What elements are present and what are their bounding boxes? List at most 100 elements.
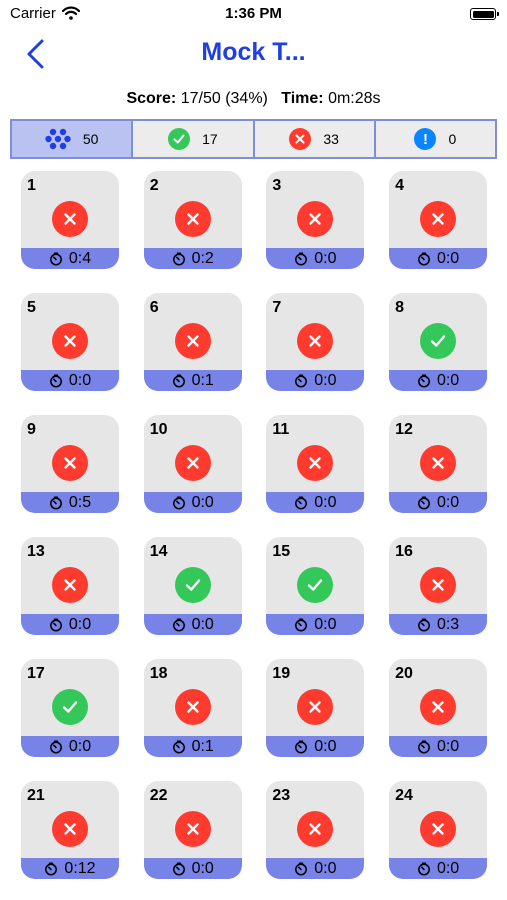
question-tile[interactable]: 15 0:0 [266, 537, 365, 635]
question-tile[interactable]: 4 0:0 [389, 171, 488, 269]
timer-bar: 0:0 [389, 248, 488, 269]
question-tile[interactable]: 7 0:0 [266, 293, 365, 391]
checkmark-icon [52, 689, 88, 725]
filter-all-count: 50 [82, 131, 99, 147]
question-number: 4 [395, 177, 404, 194]
x-icon [52, 445, 88, 481]
x-icon [174, 323, 211, 359]
timer-icon [172, 618, 186, 632]
question-number: 9 [27, 421, 36, 438]
timer-bar: 0:0 [266, 736, 365, 757]
question-tile[interactable]: 18 0:1 [143, 659, 242, 757]
timer-bar: 0:0 [143, 858, 242, 879]
question-tile[interactable]: 16 0:3 [389, 537, 488, 635]
question-number: 23 [272, 787, 291, 804]
question-tile[interactable]: 12 0:0 [389, 415, 488, 513]
question-tile[interactable]: 23 0:0 [266, 781, 365, 879]
question-tile[interactable]: 20 0:0 [389, 659, 488, 757]
timer-icon [172, 862, 186, 876]
timer-icon [417, 862, 431, 876]
filter-unanswered-count: 0 [448, 131, 457, 147]
x-icon [297, 201, 334, 237]
question-time: 0:0 [68, 371, 92, 389]
question-time: 0:0 [314, 615, 337, 633]
timer-bar: 0:0 [389, 736, 488, 757]
timer-icon [294, 740, 308, 754]
question-tile[interactable]: 5 0:0 [21, 293, 119, 391]
filter-correct-count: 17 [202, 131, 218, 147]
timer-icon [417, 374, 431, 388]
question-number: 3 [272, 177, 282, 194]
question-time: 0:0 [436, 249, 460, 267]
question-tile[interactable]: 6 0:1 [143, 293, 242, 391]
timer-bar: 0:0 [143, 492, 242, 513]
timer-icon [172, 374, 186, 388]
question-number: 20 [395, 665, 413, 682]
x-icon [174, 811, 211, 847]
timer-bar: 0:0 [389, 370, 488, 391]
filter-bar: 50 17 33 ! 0 [10, 119, 497, 159]
status-bar: Carrier 1:36 PM [0, 0, 507, 28]
x-icon [174, 201, 211, 237]
question-number: 16 [395, 543, 413, 560]
checkmark-icon [168, 128, 191, 150]
timer-icon [49, 496, 63, 510]
question-number: 18 [149, 665, 168, 682]
x-icon [174, 689, 211, 725]
timer-bar: 0:0 [21, 736, 119, 757]
question-tile[interactable]: 24 0:0 [389, 781, 488, 879]
question-tile[interactable]: 2 0:2 [143, 171, 242, 269]
question-tile[interactable]: 1 0:4 [21, 171, 119, 269]
timer-icon [294, 862, 308, 876]
question-tile[interactable]: 21 0:12 [21, 781, 119, 879]
x-icon [297, 811, 334, 847]
filter-wrong-count: 33 [323, 131, 339, 147]
question-tile[interactable]: 22 0:0 [143, 781, 242, 879]
score-value: 17/50 (34%) [180, 90, 268, 107]
question-tile[interactable]: 10 0:0 [143, 415, 242, 513]
question-time: 0:1 [191, 737, 214, 755]
question-time: 0:0 [314, 737, 337, 755]
question-time: 0:4 [68, 249, 92, 267]
timer-bar: 0:5 [21, 492, 119, 513]
question-time: 0:0 [436, 493, 460, 511]
question-time: 0:0 [314, 249, 337, 267]
question-time: 0:0 [436, 371, 460, 389]
question-tile[interactable]: 14 0:0 [143, 537, 242, 635]
x-icon [52, 567, 88, 603]
timer-icon [417, 252, 431, 266]
filter-wrong-button[interactable]: 33 [254, 119, 376, 159]
question-tile[interactable]: 11 0:0 [266, 415, 365, 513]
question-tile[interactable]: 8 0:0 [389, 293, 488, 391]
x-icon [297, 689, 334, 725]
question-time: 0:0 [314, 859, 337, 877]
question-time: 0:0 [191, 859, 214, 877]
timer-bar: 0:0 [21, 370, 119, 391]
score-summary: Score: 17/50 (34%) Time: 0m:28s [0, 90, 507, 108]
timer-bar: 0:0 [266, 858, 365, 879]
question-tile[interactable]: 3 0:0 [266, 171, 365, 269]
filter-correct-button[interactable]: 17 [133, 119, 255, 159]
timer-bar: 0:1 [143, 370, 242, 391]
question-time: 0:0 [191, 493, 214, 511]
question-tile[interactable]: 17 0:0 [21, 659, 119, 757]
question-time: 0:0 [436, 737, 460, 755]
timer-bar: 0:0 [266, 370, 365, 391]
x-icon [52, 201, 88, 237]
timer-bar: 0:2 [143, 248, 242, 269]
question-time: 0:0 [68, 615, 92, 633]
question-tile[interactable]: 9 0:5 [21, 415, 119, 513]
timer-bar: 0:0 [266, 614, 365, 635]
filter-unanswered-button[interactable]: ! 0 [375, 119, 497, 159]
page-title: Mock T... [201, 38, 306, 66]
timer-bar: 0:1 [143, 736, 242, 757]
checkmark-icon [174, 567, 211, 603]
question-time: 0:0 [68, 737, 92, 755]
filter-all-button[interactable]: 50 [10, 119, 134, 159]
question-time: 0:2 [191, 249, 214, 267]
question-number: 1 [27, 177, 36, 194]
x-icon [297, 323, 334, 359]
question-number: 5 [27, 299, 36, 316]
question-tile[interactable]: 13 0:0 [21, 537, 119, 635]
question-tile[interactable]: 19 0:0 [266, 659, 365, 757]
